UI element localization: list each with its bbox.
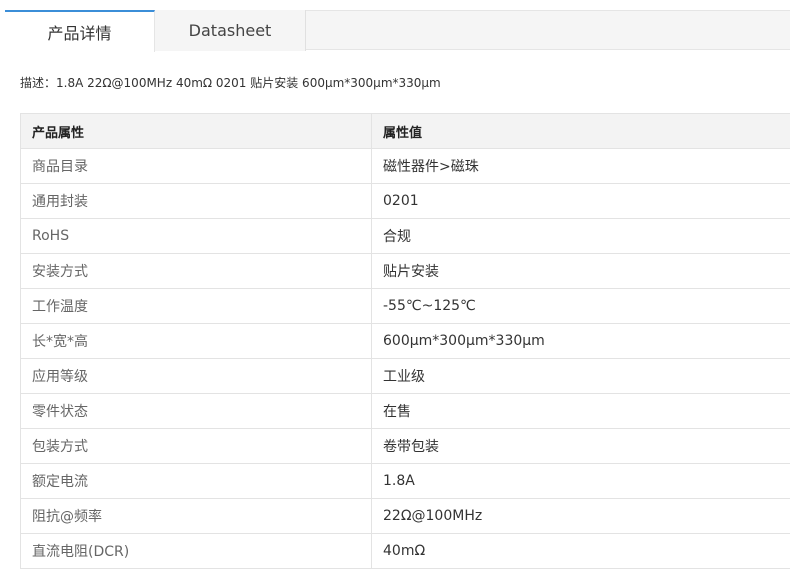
tab-datasheet[interactable]: Datasheet bbox=[155, 10, 306, 51]
attribute-name: 应用等级 bbox=[20, 358, 372, 394]
table-row: RoHS 合规 bbox=[20, 218, 790, 254]
tab-product-details-label: 产品详情 bbox=[47, 24, 112, 43]
attribute-value: 贴片安装 bbox=[371, 253, 790, 289]
tab-bar: 产品详情 Datasheet bbox=[5, 10, 790, 52]
table-row: 长*宽*高 600μm*300μm*330μm bbox=[20, 323, 790, 359]
attribute-value: 600μm*300μm*330μm bbox=[371, 323, 790, 359]
column-header-value: 属性值 bbox=[371, 113, 790, 149]
attribute-value: 在售 bbox=[371, 393, 790, 429]
table-row: 阻抗@频率 22Ω@100MHz bbox=[20, 498, 790, 534]
table-row: 工作温度 -55℃~125℃ bbox=[20, 288, 790, 324]
table-row: 安装方式 贴片安装 bbox=[20, 253, 790, 289]
attribute-value: 卷带包装 bbox=[371, 428, 790, 464]
attribute-value: 磁性器件>磁珠 bbox=[371, 148, 790, 184]
table-row: 直流电阻(DCR) 40mΩ bbox=[20, 533, 790, 569]
tab-product-details[interactable]: 产品详情 bbox=[5, 10, 155, 52]
attribute-name: 包装方式 bbox=[20, 428, 372, 464]
attribute-name: 工作温度 bbox=[20, 288, 372, 324]
attribute-value: -55℃~125℃ bbox=[371, 288, 790, 324]
product-detail-page: 产品详情 Datasheet 描述：1.8A 22Ω@100MHz 40mΩ 0… bbox=[0, 0, 790, 572]
attribute-value: 40mΩ bbox=[371, 533, 790, 569]
attribute-name: 额定电流 bbox=[20, 463, 372, 499]
attribute-value: 22Ω@100MHz bbox=[371, 498, 790, 534]
attribute-name: 长*宽*高 bbox=[20, 323, 372, 359]
attribute-name: 商品目录 bbox=[20, 148, 372, 184]
spec-table: 产品属性 属性值 商品目录 磁性器件>磁珠 通用封装 0201 RoHS 合规 … bbox=[20, 113, 790, 569]
attribute-value: 0201 bbox=[371, 183, 790, 219]
table-row: 零件状态 在售 bbox=[20, 393, 790, 429]
attribute-name: 直流电阻(DCR) bbox=[20, 533, 372, 569]
attribute-value: 合规 bbox=[371, 218, 790, 254]
table-row: 包装方式 卷带包装 bbox=[20, 428, 790, 464]
attribute-name: 通用封装 bbox=[20, 183, 372, 219]
table-row: 应用等级 工业级 bbox=[20, 358, 790, 394]
tab-datasheet-label: Datasheet bbox=[188, 21, 272, 40]
table-row: 通用封装 0201 bbox=[20, 183, 790, 219]
attribute-name: 零件状态 bbox=[20, 393, 372, 429]
product-description: 描述：1.8A 22Ω@100MHz 40mΩ 0201 贴片安装 600μm*… bbox=[20, 76, 441, 90]
attribute-name: RoHS bbox=[20, 218, 372, 254]
attribute-name: 安装方式 bbox=[20, 253, 372, 289]
column-header-attribute: 产品属性 bbox=[20, 113, 372, 149]
attribute-value: 工业级 bbox=[371, 358, 790, 394]
table-row: 额定电流 1.8A bbox=[20, 463, 790, 499]
attribute-value: 1.8A bbox=[371, 463, 790, 499]
attribute-name: 阻抗@频率 bbox=[20, 498, 372, 534]
table-row: 商品目录 磁性器件>磁珠 bbox=[20, 148, 790, 184]
table-header-row: 产品属性 属性值 bbox=[20, 113, 790, 149]
